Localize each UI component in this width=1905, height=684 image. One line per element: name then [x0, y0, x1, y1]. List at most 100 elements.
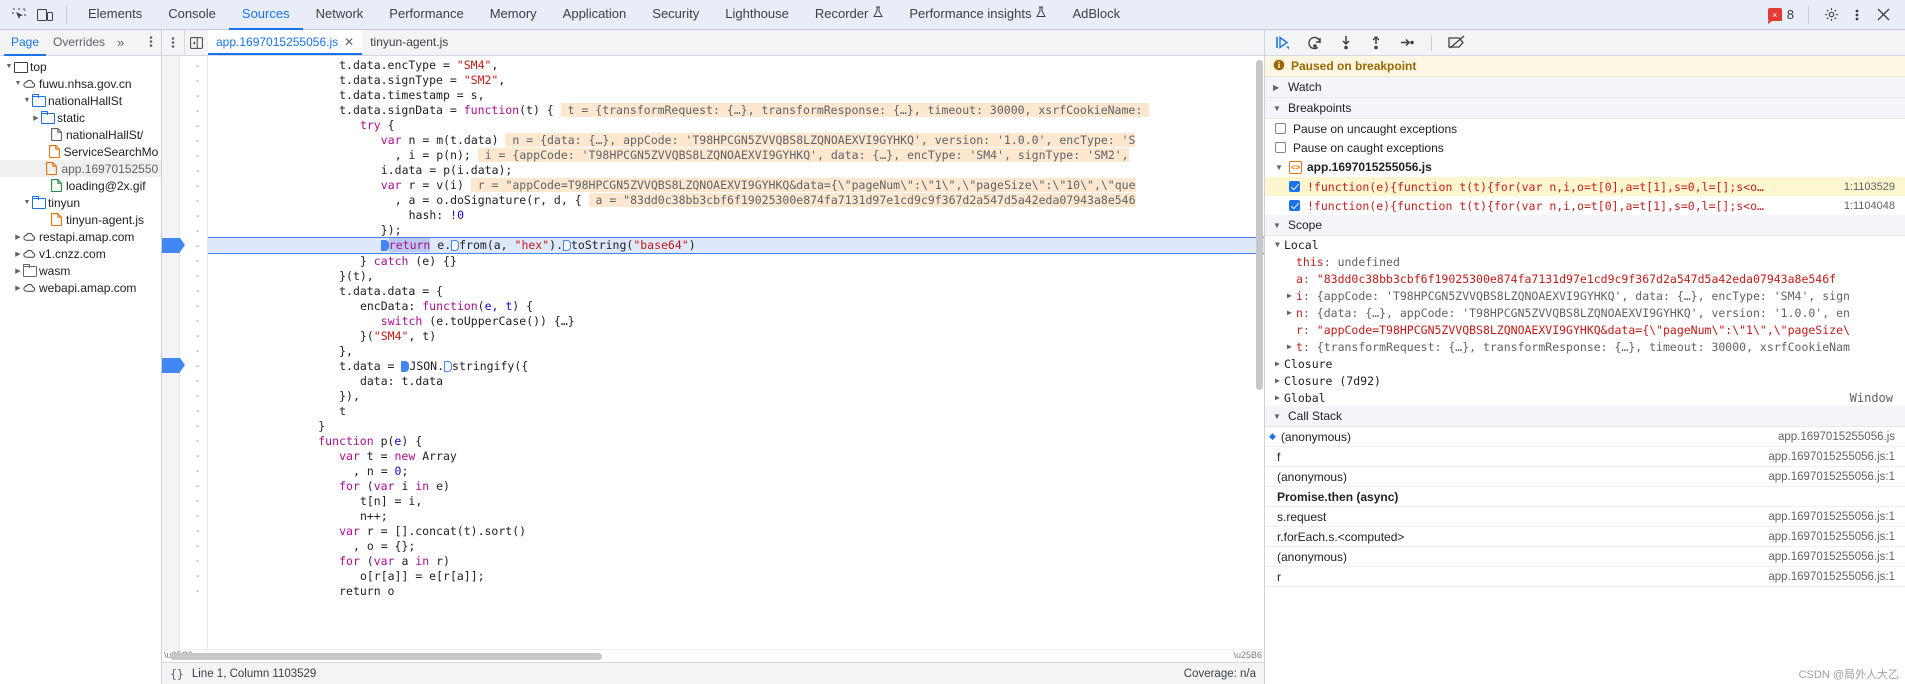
code-line[interactable]: t.data.signType = "SM2",: [208, 73, 1264, 88]
scroll-right-arrow[interactable]: \u25B6: [1233, 650, 1262, 660]
disclosure-triangle-icon[interactable]: ▼: [1273, 412, 1282, 421]
checkbox[interactable]: [1289, 200, 1300, 211]
navigator-kebab-icon[interactable]: [149, 35, 161, 51]
code-line[interactable]: t.data.encType = "SM4",: [208, 58, 1264, 73]
breakpoint-gutter[interactable]: [162, 56, 185, 649]
disclosure-triangle-icon[interactable]: ▶: [1275, 359, 1284, 368]
tree-item-tinyun[interactable]: ▼ tinyun: [0, 194, 161, 211]
tree-item-loading-2x-gif[interactable]: loading@2x.gif: [0, 177, 161, 194]
tree-twisty-icon[interactable]: ▶: [13, 250, 23, 258]
code-line[interactable]: }("SM4", t): [208, 329, 1264, 344]
step-button[interactable]: [1399, 35, 1415, 50]
gear-icon[interactable]: [1819, 3, 1843, 27]
value-badge-icon[interactable]: [380, 240, 389, 251]
code-line[interactable]: o[r[a]] = e[r[a]];: [208, 569, 1264, 584]
error-count-badge[interactable]: × 8: [1767, 7, 1794, 24]
scope-variable[interactable]: ▶ t: {transformRequest: {…}, transformRes…: [1265, 338, 1905, 355]
scope-variable[interactable]: ▶ i: {appCode: 'T98HPCGN5ZVVQBS8LZQNOAEXV…: [1265, 287, 1905, 304]
checkbox[interactable]: [1275, 142, 1286, 153]
scope-group-local[interactable]: ▼ Local: [1265, 236, 1905, 253]
disclosure-triangle-icon[interactable]: ▼: [1273, 221, 1282, 230]
inspect-element-icon[interactable]: [6, 3, 32, 27]
tree-twisty-icon[interactable]: ▼: [22, 97, 32, 104]
close-icon[interactable]: [1871, 3, 1895, 27]
code-line[interactable]: t.data.timestamp = s,: [208, 88, 1264, 103]
code-editor[interactable]: ------------------------------------ t.d…: [162, 56, 1264, 649]
step-out-button[interactable]: [1369, 35, 1383, 50]
code-line[interactable]: try {: [208, 118, 1264, 133]
disclosure-triangle-icon[interactable]: ▶: [1287, 308, 1296, 317]
code-line[interactable]: for (var a in r): [208, 554, 1264, 569]
tab-application[interactable]: Application: [550, 0, 640, 30]
code-line[interactable]: t.data = JSON. stringify({: [208, 359, 1264, 374]
code-line[interactable]: }: [208, 419, 1264, 434]
code-line[interactable]: for (var i in e): [208, 479, 1264, 494]
tab-recorder[interactable]: Recorder: [802, 0, 896, 30]
tree-item-fuwu-nhsa-gov-cn[interactable]: ▼ fuwu.nhsa.gov.cn: [0, 75, 161, 92]
checkbox[interactable]: [1275, 123, 1286, 134]
tree-item-servicesearchmod[interactable]: ServiceSearchMod: [0, 143, 161, 160]
tree-item-nationalhallst-[interactable]: nationalHallSt/: [0, 126, 161, 143]
code-line[interactable]: } catch (e) {}: [208, 254, 1264, 269]
code-line[interactable]: var r = v(i) r = "appCode=T98HPCGN5ZVVQB…: [208, 178, 1264, 193]
code-line[interactable]: data: t.data: [208, 374, 1264, 389]
deactivate-breakpoints-button[interactable]: [1448, 35, 1466, 50]
code-line[interactable]: i.data = p(i.data);: [208, 163, 1264, 178]
pretty-print-icon[interactable]: {}: [170, 667, 184, 681]
code-line[interactable]: n++;: [208, 509, 1264, 524]
disclosure-triangle-icon[interactable]: ▼: [1273, 104, 1282, 113]
code-line[interactable]: t[n] = i,: [208, 494, 1264, 509]
call-stack-frame[interactable]: s.request app.1697015255056.js:1: [1265, 507, 1905, 527]
tree-twisty-icon[interactable]: ▶: [13, 284, 23, 292]
code-line[interactable]: }),: [208, 389, 1264, 404]
disclosure-triangle-icon[interactable]: ▶: [1273, 83, 1282, 92]
editor-more-icon[interactable]: [162, 30, 184, 55]
code-line[interactable]: encData: function(e, t) {: [208, 299, 1264, 314]
code-line[interactable]: function p(e) {: [208, 434, 1264, 449]
code-line[interactable]: return o: [208, 584, 1264, 599]
code-line[interactable]: t.data.signData = function(t) { t = {tra…: [208, 103, 1264, 118]
navigator-tab-page[interactable]: Page: [4, 30, 47, 56]
tree-item-app-1697015255056[interactable]: app.1697015255056: [0, 160, 161, 177]
scope-variable[interactable]: ▶ n: {data: {…}, appCode: 'T98HPCGN5ZVVQB…: [1265, 304, 1905, 321]
tree-item-tinyun-agent-js[interactable]: tinyun-agent.js: [0, 211, 161, 228]
tree-item-top[interactable]: ▼ top: [0, 58, 161, 75]
call-stack-frame[interactable]: r.forEach.s.<computed> app.1697015255056.…: [1265, 527, 1905, 547]
tree-twisty-icon[interactable]: ▼: [13, 80, 23, 87]
navigator-more-tabs-icon[interactable]: »: [112, 35, 129, 50]
step-over-button[interactable]: [1307, 35, 1323, 50]
code-line[interactable]: , n = 0;: [208, 464, 1264, 479]
code-line[interactable]: var t = new Array: [208, 449, 1264, 464]
tree-item-v1-cnzz-com[interactable]: ▶ v1.cnzz.com: [0, 245, 161, 262]
scope-section-header[interactable]: ▼ Scope: [1265, 215, 1905, 236]
value-badge-outline-icon[interactable]: [563, 240, 571, 251]
resume-script-button[interactable]: [1275, 35, 1291, 50]
scope-variable[interactable]: a: "83dd0c38bb3cbf6f19025300e874fa7131d9…: [1265, 270, 1905, 287]
editor-horizontal-scrollbar[interactable]: \u25C0 \u25B6: [162, 649, 1264, 662]
tree-item-wasm[interactable]: ▶ wasm: [0, 262, 161, 279]
code-content[interactable]: t.data.encType = "SM4", t.data.signType =…: [208, 56, 1264, 649]
tab-lighthouse[interactable]: Lighthouse: [712, 0, 802, 30]
scope-variable[interactable]: r: "appCode=T98HPCGN5ZVVQBS8LZQNOAEXVI9G…: [1265, 321, 1905, 338]
tab-adblock[interactable]: AdBlock: [1059, 0, 1133, 30]
code-line[interactable]: , o = {};: [208, 539, 1264, 554]
tree-item-webapi-amap-com[interactable]: ▶ webapi.amap.com: [0, 279, 161, 296]
disclosure-triangle-icon[interactable]: ▶: [1275, 393, 1284, 402]
tab-elements[interactable]: Elements: [75, 0, 155, 30]
horizontal-scroll-thumb[interactable]: [170, 653, 602, 660]
tree-twisty-icon[interactable]: ▶: [13, 267, 23, 275]
breakpoint-option[interactable]: Pause on uncaught exceptions: [1265, 119, 1905, 138]
tree-twisty-icon[interactable]: ▶: [31, 114, 41, 122]
breakpoint-file-group[interactable]: ▼ <> app.1697015255056.js: [1265, 157, 1905, 177]
navigator-tab-overrides[interactable]: Overrides: [46, 30, 112, 56]
checkbox[interactable]: [1289, 181, 1300, 192]
call-stack-frame[interactable]: (anonymous) app.1697015255056.js:1: [1265, 547, 1905, 567]
call-stack-frame[interactable]: ◆ (anonymous) app.1697015255056.js: [1265, 427, 1905, 447]
tab-console[interactable]: Console: [155, 0, 229, 30]
tree-twisty-icon[interactable]: ▼: [22, 199, 32, 206]
value-badge-outline-icon[interactable]: [444, 361, 453, 372]
disclosure-triangle-icon[interactable]: ▼: [1275, 240, 1284, 249]
tab-sources[interactable]: Sources: [228, 0, 303, 30]
tab-performance-insights[interactable]: Performance insights: [896, 0, 1059, 30]
tab-network[interactable]: Network: [303, 0, 377, 30]
